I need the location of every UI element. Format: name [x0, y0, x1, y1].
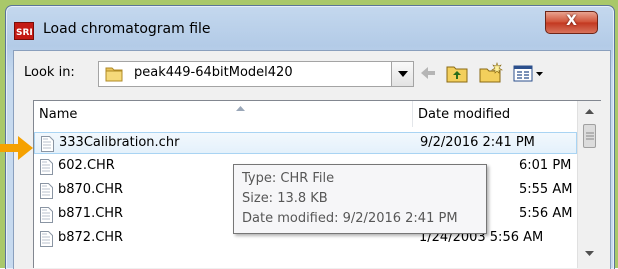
file-name: 602.CHR [58, 158, 115, 173]
svg-text:SRI: SRI [16, 28, 33, 38]
file-icon [40, 183, 53, 199]
file-tooltip: Type: CHR File Size: 13.8 KB Date modifi… [233, 164, 487, 234]
file-name: b871.CHR [58, 206, 124, 221]
scroll-up-icon[interactable] [585, 109, 594, 114]
close-button[interactable]: X [545, 11, 598, 34]
pointer-arrow-icon [0, 136, 33, 160]
file-name: b870.CHR [58, 182, 124, 197]
column-header-date[interactable]: Date modified [413, 101, 577, 127]
new-folder-icon[interactable] [478, 62, 504, 84]
tooltip-type: Type: CHR File [242, 171, 335, 186]
folder-icon [105, 67, 123, 82]
tooltip-size: Size: 13.8 KB [242, 191, 328, 206]
app-icon: SRI [14, 22, 34, 40]
look-in-value: peak449-64bitModel420 [134, 65, 293, 80]
window-title: Load chromatogram file [43, 21, 211, 37]
file-date: 5:55 AM [519, 182, 573, 197]
scroll-down-icon[interactable] [585, 251, 594, 256]
look-in-dropdown-button[interactable] [391, 62, 413, 86]
chevron-down-icon [398, 71, 408, 77]
close-icon: X [566, 13, 577, 29]
view-menu-icon[interactable] [512, 62, 546, 84]
file-name: b872.CHR [58, 230, 124, 245]
file-date: 6:01 PM [519, 158, 572, 173]
file-name: 333Calibration.chr [59, 135, 180, 150]
file-icon [40, 207, 53, 223]
up-folder-icon[interactable] [445, 62, 469, 84]
file-icon [41, 136, 54, 152]
file-date: 9/2/2016 2:41 PM [420, 135, 535, 150]
list-item[interactable]: 333Calibration.chr 9/2/2016 2:41 PM [34, 132, 577, 154]
scrollbar-thumb[interactable] [583, 124, 596, 148]
file-icon [40, 231, 53, 247]
column-header-label: Date modified [418, 107, 511, 122]
look-in-label: Look in: [24, 65, 75, 80]
back-arrow-icon[interactable] [419, 62, 437, 84]
column-header-label: Name [39, 107, 78, 122]
file-icon [40, 159, 53, 175]
tooltip-date: Date modified: 9/2/2016 2:41 PM [242, 211, 458, 226]
sort-up-icon [236, 106, 245, 111]
column-header-name[interactable]: Name [34, 101, 413, 127]
file-date: 5:56 AM [519, 206, 573, 221]
